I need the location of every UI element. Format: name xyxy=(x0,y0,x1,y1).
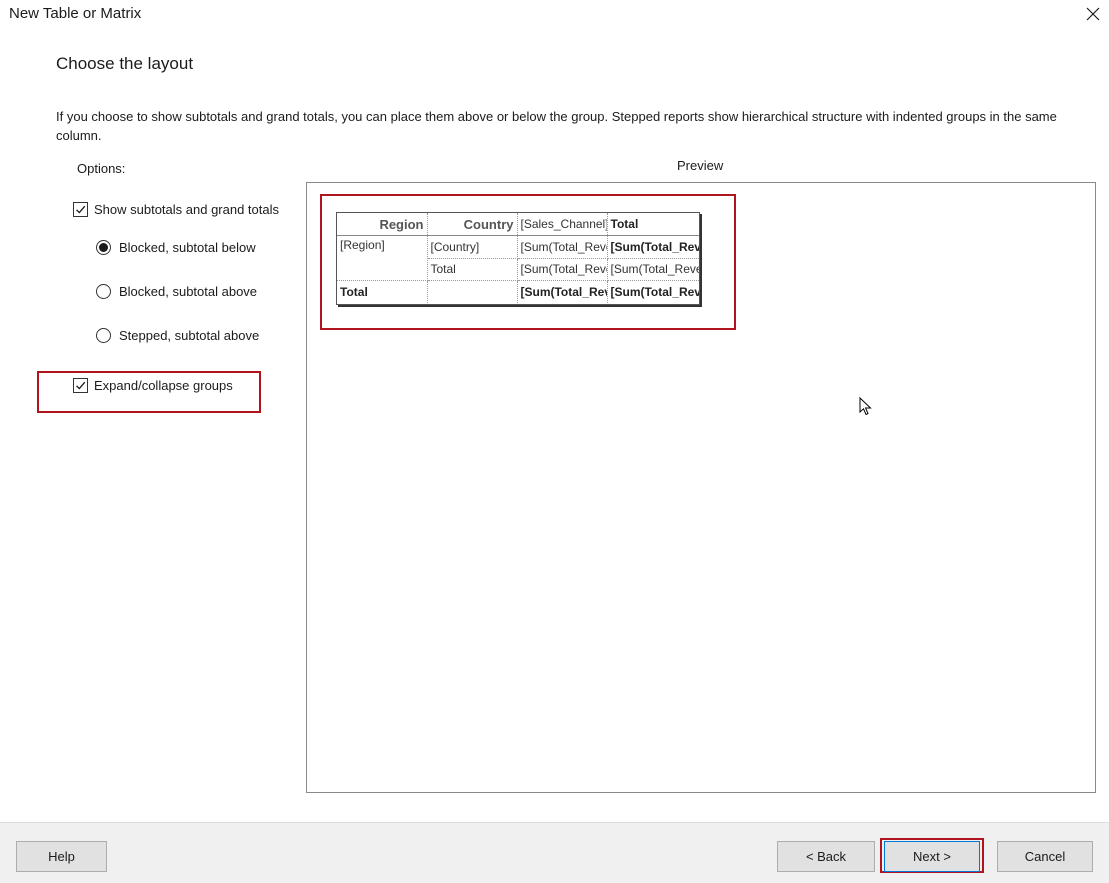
expand-collapse-checkbox[interactable]: Expand/collapse groups xyxy=(73,378,233,393)
checkbox-box[interactable] xyxy=(73,202,88,217)
cell-sum-total: [Sum(Total_Revenue)] xyxy=(607,235,699,259)
cell-sum-total: [Sum(Total_Revenue)] xyxy=(610,285,700,299)
mouse-pointer-icon xyxy=(859,397,872,416)
radio-blocked-subtotal-below[interactable]: Blocked, subtotal below xyxy=(96,240,256,255)
preview-table: Region Country [Sales_Channel] Total [Re… xyxy=(336,212,700,305)
close-button[interactable] xyxy=(1077,0,1109,28)
radio-label: Blocked, subtotal below xyxy=(119,240,256,255)
radio-button[interactable] xyxy=(96,328,111,343)
preview-header-row: Region Country [Sales_Channel] Total xyxy=(337,213,699,236)
radio-button[interactable] xyxy=(96,284,111,299)
table-row: [Region] [Country] [Sum(Total_Revenue)] … xyxy=(337,235,699,281)
back-button[interactable]: < Back xyxy=(777,841,875,872)
header-region: Region xyxy=(337,213,428,236)
show-subtotals-label: Show subtotals and grand totals xyxy=(94,202,280,217)
checkbox-box[interactable] xyxy=(73,378,88,393)
cell-sum: [Sum(Total_Revenue)] xyxy=(517,258,608,281)
cell-sum: [Sum(Total_Revenue)] xyxy=(517,235,608,259)
preview-label: Preview xyxy=(677,158,724,173)
radio-label: Blocked, subtotal above xyxy=(119,284,258,299)
window-title: New Table or Matrix xyxy=(9,5,142,22)
cell-sum: [Sum(Total_Revenue)] xyxy=(517,280,608,303)
cell-sum-total: [Sum(Total_Revenue)] xyxy=(607,258,699,281)
page-description: If you choose to show subtotals and gran… xyxy=(56,109,1057,143)
expand-collapse-label: Expand/collapse groups xyxy=(94,378,233,393)
header-sales-channel: [Sales_Channel] xyxy=(517,213,608,236)
next-button[interactable]: Next > xyxy=(884,841,980,872)
cell-region: [Region] xyxy=(337,235,428,281)
header-total: Total xyxy=(607,213,699,236)
options-label: Options: xyxy=(77,161,126,176)
radio-stepped-subtotal-above[interactable]: Stepped, subtotal above xyxy=(96,328,259,343)
page-title: Choose the layout xyxy=(56,54,194,73)
radio-blocked-subtotal-above[interactable]: Blocked, subtotal above xyxy=(96,284,257,299)
show-subtotals-checkbox[interactable]: Show subtotals and grand totals xyxy=(73,202,279,217)
radio-label: Stepped, subtotal above xyxy=(119,328,260,343)
checkmark-icon xyxy=(76,381,86,390)
cell-grand-total-label: Total xyxy=(337,280,428,303)
cell-country: [Country] xyxy=(427,235,518,259)
radio-button[interactable] xyxy=(96,240,111,255)
header-country: Country xyxy=(427,213,518,236)
preview-matrix: Region Country [Sales_Channel] Total [Re… xyxy=(337,213,699,303)
cancel-button[interactable]: Cancel xyxy=(997,841,1093,872)
cell-country-total: Total xyxy=(427,258,518,281)
close-icon xyxy=(1086,7,1100,21)
checkmark-icon xyxy=(76,205,86,214)
radio-selected-dot xyxy=(99,243,108,252)
cell-empty xyxy=(427,280,518,303)
help-button[interactable]: Help xyxy=(16,841,107,872)
table-row: Total [Sum(Total_Revenue)] [Sum(Total_Re… xyxy=(337,280,700,303)
